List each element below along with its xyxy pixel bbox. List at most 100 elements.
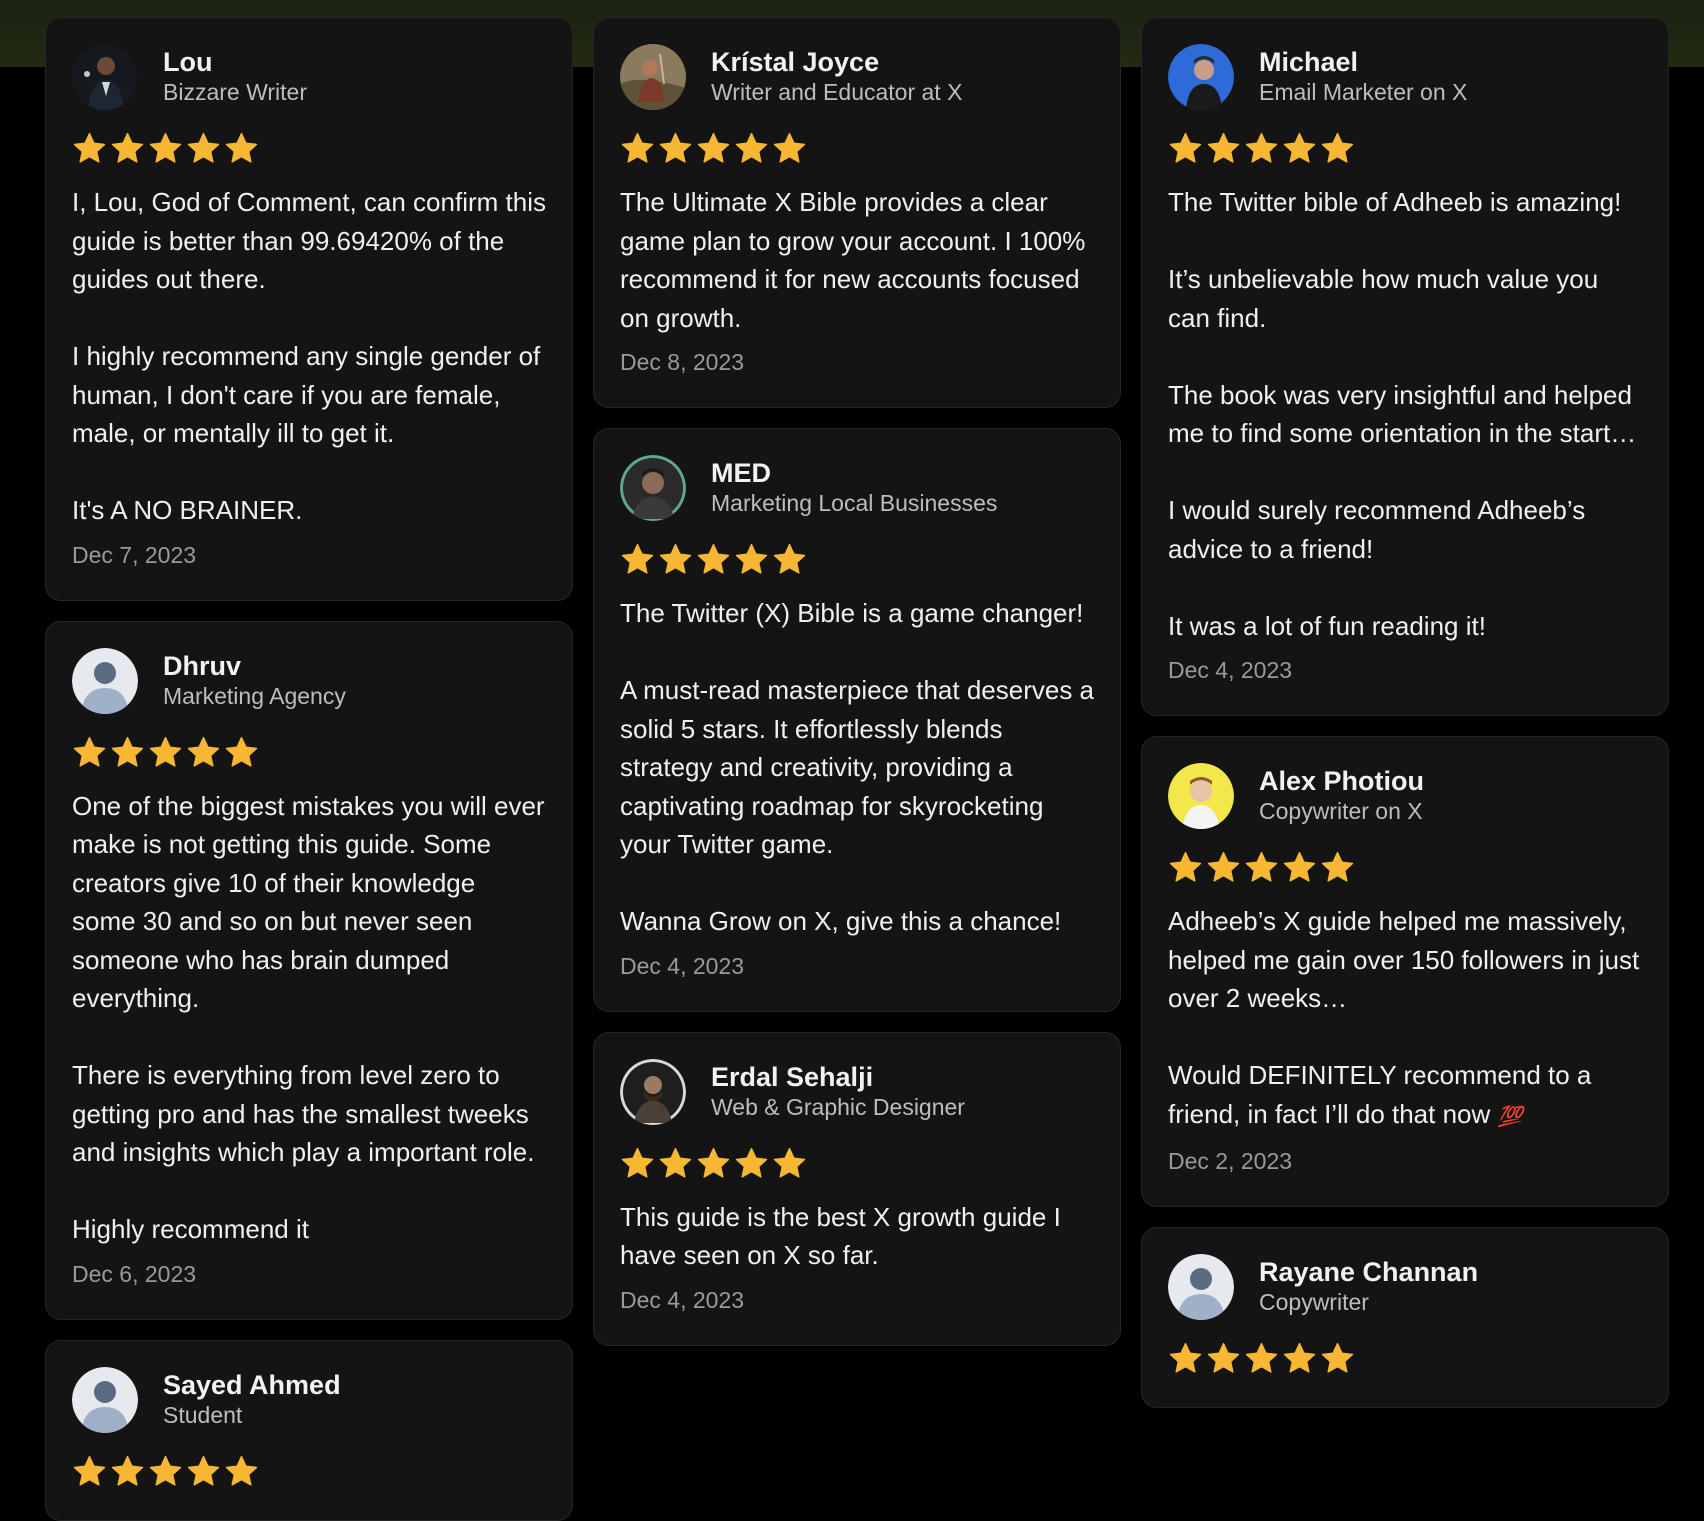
testimonial-card: Sayed Ahmed Student (45, 1339, 573, 1521)
reviewer-role: Student (163, 1401, 243, 1428)
star-icon (1169, 1342, 1202, 1373)
hundred-points-emoji: 💯 (1497, 1105, 1523, 1128)
reviewer-role: Copywriter (1259, 1289, 1369, 1315)
reviewer-info: Krístal Joyce Writer and Educator at X (711, 47, 962, 107)
star-rating (620, 1146, 1094, 1182)
review-text: The Ultimate X Bible provides a clear ga… (620, 187, 1086, 333)
avatar (72, 44, 138, 110)
reviewer-name: Alex Photiou (1259, 766, 1425, 796)
review-text: One of the biggest mistakes you will eve… (72, 790, 545, 1245)
star-icon (697, 1147, 730, 1178)
card-header: Erdal Sehalji Web & Graphic Designer (620, 1058, 1094, 1125)
card-header: Michael Email Marketer on X (1168, 44, 1642, 110)
avatar (1168, 44, 1234, 110)
card-header: Lou Bizzare Writer (72, 44, 546, 110)
testimonial-card: MED Marketing Local Businesses The Twitt… (593, 428, 1121, 1012)
star-icon (73, 132, 106, 163)
avatar (620, 455, 686, 521)
star-rating (72, 735, 546, 771)
avatar (620, 44, 686, 110)
review-date: Dec 4, 2023 (620, 1286, 745, 1313)
default-user-icon (72, 1366, 138, 1433)
reviewer-role: Bizzare Writer (163, 79, 307, 105)
star-icon (621, 543, 654, 574)
star-rating (72, 131, 546, 167)
reviewer-name: Lou (163, 47, 213, 77)
reviewer-info: Dhruv Marketing Agency (163, 651, 346, 711)
star-icon (773, 1147, 806, 1178)
card-header: Sayed Ahmed Student (72, 1366, 546, 1433)
reviewer-name: Dhruv (163, 650, 242, 681)
reviewer-role: Marketing Agency (163, 682, 346, 709)
default-user-icon (1168, 1254, 1234, 1320)
star-icon (621, 1147, 654, 1178)
star-icon (225, 1455, 258, 1486)
star-icon (149, 1455, 182, 1486)
testimonial-column: Krístal Joyce Writer and Educator at X T… (593, 17, 1121, 1346)
star-rating (620, 542, 1094, 578)
card-header: Rayane Channan Copywriter (1168, 1254, 1642, 1320)
star-rating (1168, 850, 1642, 886)
testimonial-column: Michael Email Marketer on X The Twitter … (1141, 17, 1669, 1408)
star-icon (1207, 132, 1240, 163)
star-icon (1207, 1342, 1240, 1373)
star-rating (1168, 1341, 1642, 1377)
card-header: Dhruv Marketing Agency (72, 647, 546, 714)
testimonial-column: Lou Bizzare Writer I, Lou, God of Commen… (45, 17, 573, 1521)
avatar (620, 1058, 686, 1125)
star-icon (111, 736, 144, 767)
review-text: I, Lou, God of Comment, can confirm this… (72, 187, 546, 525)
reviewer-info: Rayane Channan Copywriter (1259, 1257, 1478, 1317)
star-icon (1245, 851, 1278, 882)
reviewer-role: Marketing Local Businesses (711, 490, 998, 516)
reviewer-name: Krístal Joyce (711, 47, 880, 77)
star-icon (187, 736, 220, 767)
star-rating (1168, 131, 1642, 167)
star-icon (697, 543, 730, 574)
star-icon (659, 1147, 692, 1178)
star-icon (1283, 851, 1316, 882)
star-icon (149, 132, 182, 163)
star-icon (111, 1455, 144, 1486)
star-icon (187, 1455, 220, 1486)
star-icon (1169, 851, 1202, 882)
testimonial-card: Krístal Joyce Writer and Educator at X T… (593, 17, 1121, 408)
star-icon (1207, 851, 1240, 882)
star-icon (1321, 851, 1354, 882)
star-icon (735, 543, 768, 574)
reviewer-role: Copywriter on X (1259, 798, 1423, 824)
card-header: Alex Photiou Copywriter on X (1168, 763, 1642, 829)
reviewer-name: Rayane Channan (1259, 1257, 1479, 1287)
star-icon (697, 132, 730, 163)
star-rating (620, 131, 1094, 167)
star-icon (621, 132, 654, 163)
star-icon (1321, 132, 1354, 163)
star-icon (225, 736, 258, 767)
star-icon (225, 132, 258, 163)
review-text-content: Adheeb’s X guide helped me massively, he… (1168, 906, 1640, 1129)
star-icon (1245, 1342, 1278, 1373)
review-date: Dec 4, 2023 (620, 952, 745, 979)
star-icon (149, 736, 182, 767)
testimonial-card: Lou Bizzare Writer I, Lou, God of Commen… (45, 17, 573, 601)
reviewer-role: Writer and Educator at X (711, 79, 963, 105)
star-icon (773, 543, 806, 574)
star-rating (72, 1454, 546, 1490)
star-icon (1169, 132, 1202, 163)
star-icon (659, 543, 692, 574)
reviewer-name: Erdal Sehalji (711, 1061, 874, 1092)
star-icon (773, 132, 806, 163)
reviewer-info: MED Marketing Local Businesses (711, 458, 997, 518)
testimonial-card: Rayane Channan Copywriter (1141, 1227, 1669, 1408)
reviewer-role: Email Marketer on X (1259, 79, 1468, 105)
review-text: This guide is the best X growth guide I … (620, 1201, 1061, 1271)
reviewer-info: Sayed Ahmed Student (163, 1370, 341, 1430)
star-icon (735, 132, 768, 163)
reviewer-info: Lou Bizzare Writer (163, 47, 307, 107)
reviewer-info: Erdal Sehalji Web & Graphic Designer (711, 1062, 965, 1122)
star-icon (1283, 1342, 1316, 1373)
reviewer-role: Web & Graphic Designer (711, 1093, 965, 1120)
star-icon (111, 132, 144, 163)
testimonial-card: Dhruv Marketing Agency One of the bigges… (45, 620, 573, 1320)
star-icon (187, 132, 220, 163)
